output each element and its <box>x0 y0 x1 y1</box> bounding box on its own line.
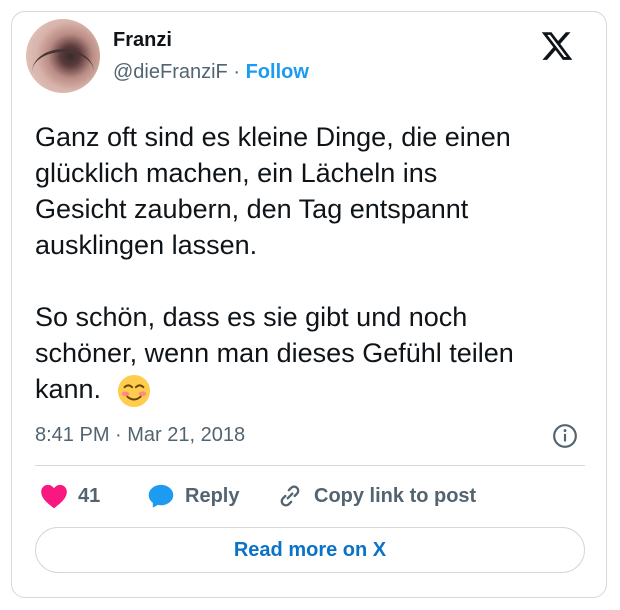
divider <box>35 465 585 466</box>
tweet-text: Ganz oft sind es kleine Dinge, die einen… <box>35 122 514 404</box>
read-more-label: Read more on X <box>233 538 387 561</box>
separator: · <box>233 61 241 83</box>
x-logo-icon[interactable] <box>540 29 574 63</box>
copy-link-label: Copy link to post <box>314 484 477 507</box>
follow-button[interactable]: Follow <box>246 61 309 83</box>
timestamp[interactable]: 8:41 PM · Mar 21, 2018 <box>35 424 245 447</box>
author-handle[interactable]: @dieFranziF <box>113 61 228 83</box>
handle-row: @dieFranziF · Follow <box>113 61 309 84</box>
info-icon[interactable] <box>552 423 578 449</box>
reply-bubble-icon <box>148 484 174 508</box>
copy-link-button[interactable]: Copy link to post <box>276 482 476 510</box>
reply-button[interactable]: Reply <box>147 482 239 510</box>
read-more-button[interactable]: Read more on X <box>35 527 585 573</box>
link-icon <box>280 485 300 507</box>
author-name[interactable]: Franzi <box>113 29 172 52</box>
like-button[interactable]: 41 <box>40 482 100 510</box>
smiling-face-icon <box>117 374 151 408</box>
avatar[interactable] <box>26 19 100 93</box>
like-count: 41 <box>78 484 101 507</box>
heart-icon <box>41 484 67 509</box>
reply-label: Reply <box>185 484 240 507</box>
